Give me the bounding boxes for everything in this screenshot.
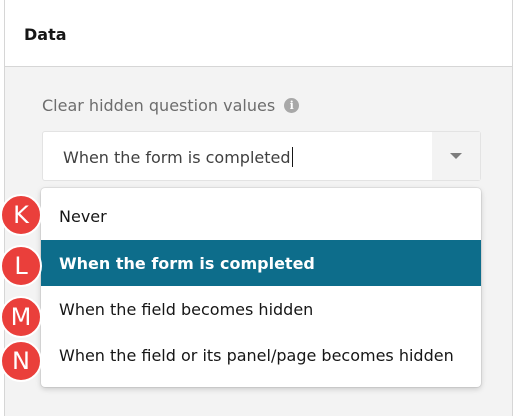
select-current-value[interactable]: When the form is completed	[63, 147, 293, 167]
marker-m: M	[0, 296, 42, 338]
marker-n: N	[0, 340, 42, 382]
info-icon[interactable]: i	[284, 98, 300, 113]
chevron-down-icon	[450, 153, 462, 159]
section-header-data[interactable]: Data	[5, 0, 512, 67]
option-field-or-container-hidden[interactable]: When the field or its panel/page becomes…	[41, 332, 481, 378]
section-title: Data	[24, 25, 67, 44]
clear-hidden-values-select[interactable]: When the form is completed	[42, 131, 481, 181]
select-toggle-button[interactable]	[432, 132, 480, 180]
property-label: Clear hidden question values i	[42, 96, 300, 115]
property-label-text: Clear hidden question values	[42, 96, 276, 115]
text-cursor	[291, 147, 293, 167]
option-form-completed[interactable]: When the form is completed	[41, 240, 481, 286]
option-never[interactable]: Never	[41, 193, 481, 239]
dropdown-popup: Never When the form is completed When th…	[41, 188, 481, 387]
select-value-text: When the form is completed	[63, 148, 291, 167]
marker-l: L	[0, 245, 42, 287]
option-field-hidden[interactable]: When the field becomes hidden	[41, 286, 481, 332]
marker-k: K	[0, 194, 42, 236]
